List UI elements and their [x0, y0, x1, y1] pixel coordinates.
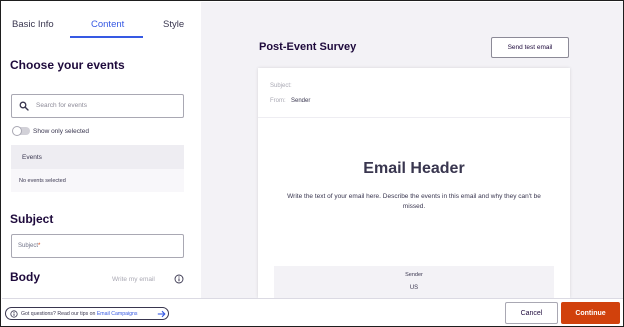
- arrow-right-icon: [157, 310, 166, 318]
- tab-basic-info[interactable]: Basic Info: [12, 19, 54, 30]
- show-only-selected-label: Show only selected: [33, 128, 90, 135]
- no-events-message: No events selected: [19, 178, 66, 184]
- tab-bar: Basic Info Content Style: [2, 2, 201, 38]
- subject-placeholder: Subject*: [18, 243, 40, 249]
- email-meta: Subject: From: Sender: [258, 68, 570, 118]
- settings-panel: Basic Info Content Style Choose your eve…: [2, 2, 201, 298]
- search-placeholder: Search for events: [36, 102, 87, 109]
- toggle-icon: [12, 125, 22, 136]
- body-heading: Body: [10, 270, 40, 284]
- help-pill[interactable]: Got questions? Read our tips on Email Ca…: [5, 307, 169, 320]
- footer-sender: Sender: [405, 272, 423, 278]
- cancel-button[interactable]: Cancel: [505, 302, 558, 324]
- help-text-prefix: Got questions? Read our tips on: [21, 310, 97, 317]
- bottom-action-bar: Got questions? Read our tips on Email Ca…: [2, 298, 623, 326]
- meta-from-value: Sender: [291, 98, 311, 104]
- write-my-email-toggle[interactable]: Write my email: [112, 276, 155, 283]
- help-text: Got questions? Read our tips on Email Ca…: [21, 311, 138, 317]
- tab-style[interactable]: Style: [163, 19, 184, 30]
- footer-country: US: [409, 285, 419, 291]
- meta-subject-label: Subject:: [270, 83, 292, 89]
- email-header-text: Email Header: [363, 160, 465, 177]
- events-column-label: Events: [22, 154, 42, 161]
- search-icon: [19, 101, 29, 111]
- events-table-header: Events: [11, 145, 184, 169]
- continue-button[interactable]: Continue: [561, 302, 620, 324]
- required-mark: *: [38, 243, 41, 249]
- email-footer: Sender US: [274, 266, 554, 298]
- email-campaigns-link[interactable]: Email Campaigns: [97, 311, 138, 317]
- preview-title: Post-Event Survey: [259, 41, 357, 53]
- subject-field[interactable]: Subject*: [11, 234, 184, 258]
- app-frame: Basic Info Content Style Choose your eve…: [0, 0, 624, 327]
- info-icon: [10, 310, 18, 318]
- meta-from-label: From:: [270, 98, 286, 104]
- send-test-email-button[interactable]: Send test email: [491, 37, 569, 58]
- tab-content[interactable]: Content: [91, 19, 124, 30]
- email-preview-area: Post-Event Survey Send test email Subjec…: [201, 2, 623, 298]
- choose-events-heading: Choose your events: [10, 58, 125, 72]
- subject-placeholder-text: Subject: [18, 243, 39, 249]
- events-table: Events No events selected: [11, 145, 184, 192]
- email-body-text: Write the text of your email here. Descr…: [287, 193, 541, 210]
- active-tab-indicator: [70, 36, 143, 38]
- show-only-selected-toggle[interactable]: [12, 125, 30, 136]
- info-icon[interactable]: [174, 274, 184, 284]
- email-preview-card: Subject: From: Sender Email Header Write…: [258, 68, 570, 298]
- subject-heading: Subject: [10, 212, 54, 226]
- event-search-field[interactable]: Search for events: [11, 94, 184, 118]
